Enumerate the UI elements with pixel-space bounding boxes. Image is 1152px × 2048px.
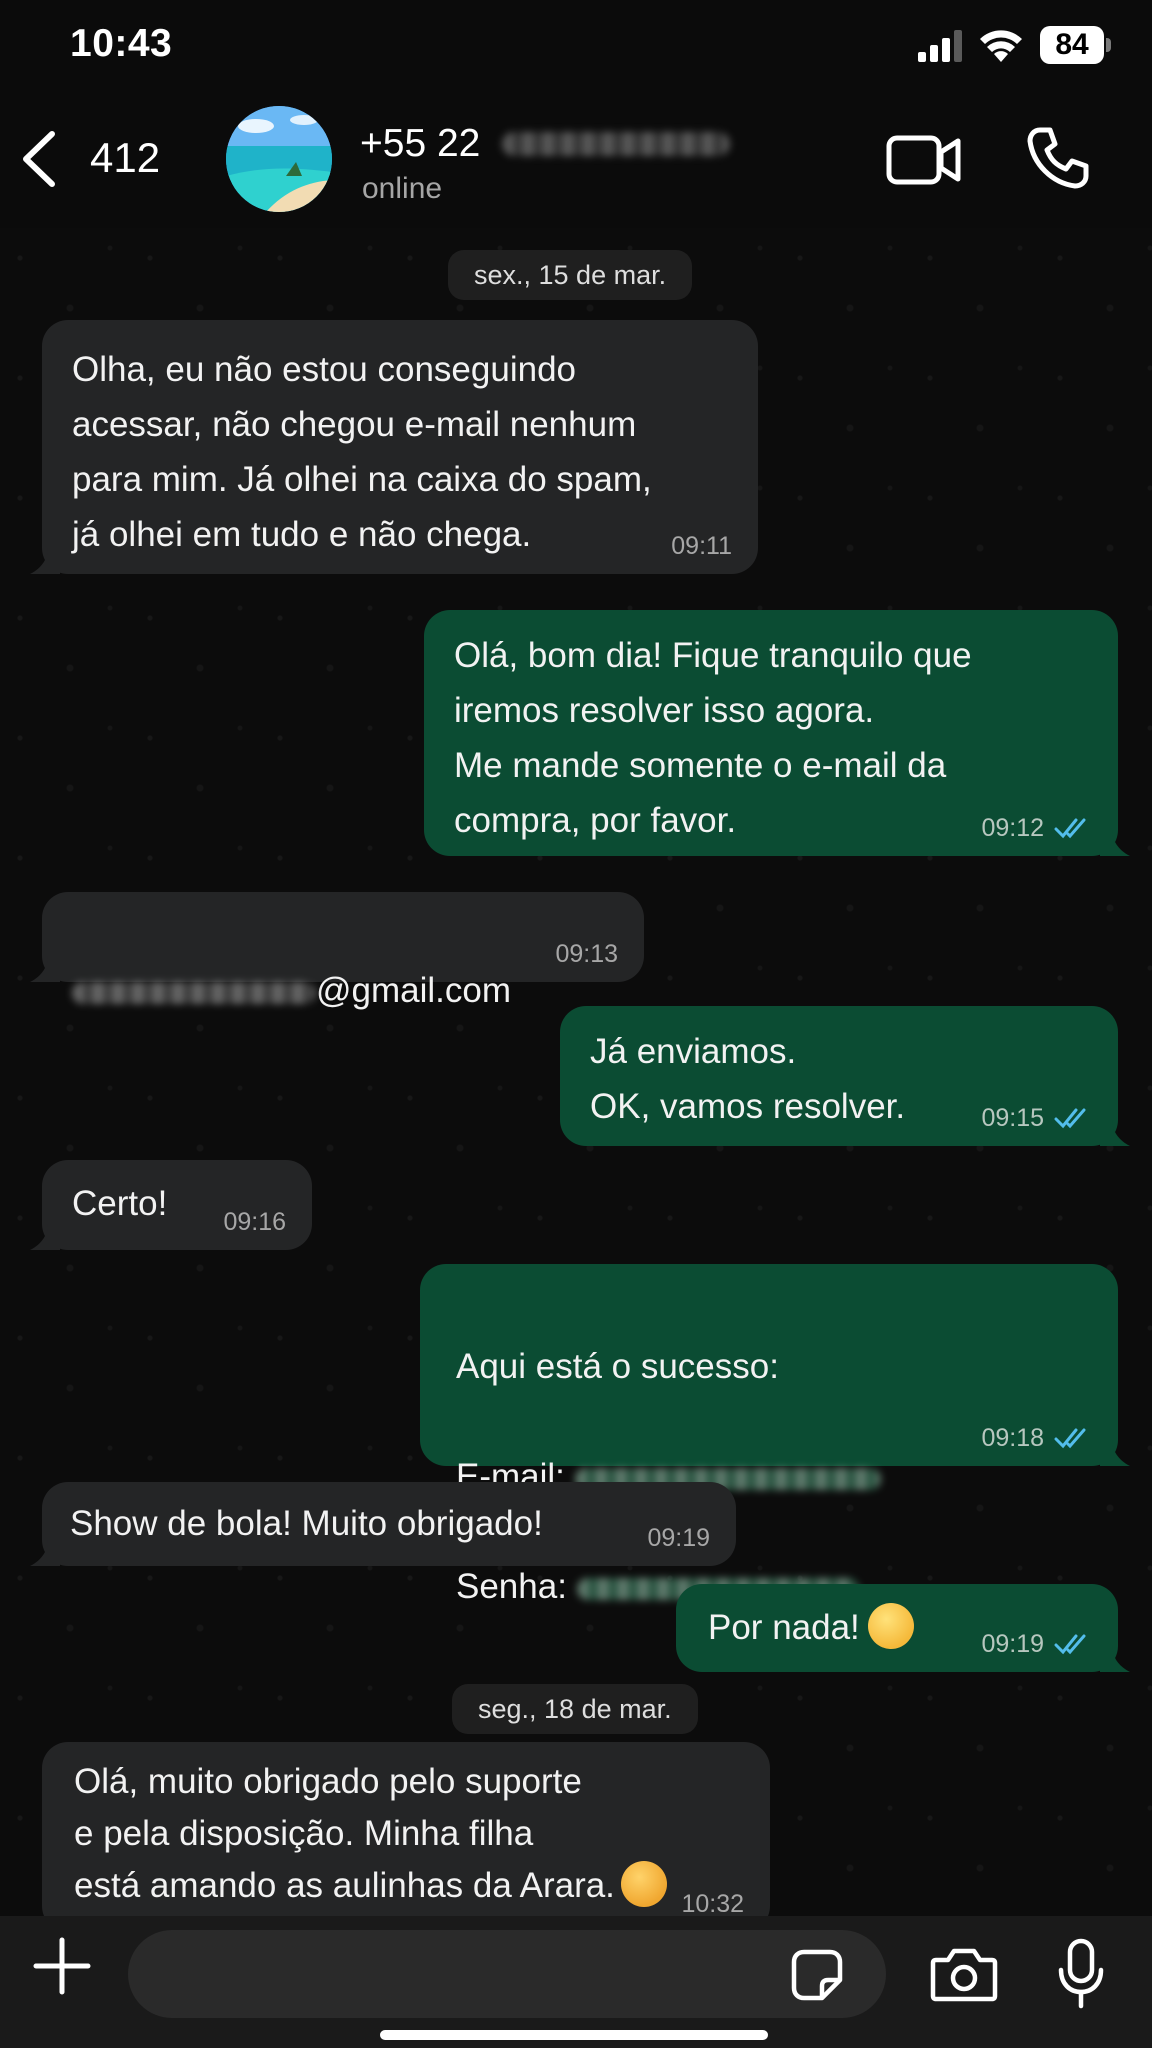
message-text: Olha, eu não estou conseguindo acessar, …: [72, 350, 652, 554]
status-time: 10:43: [70, 22, 173, 65]
smiling-face-with-hearts-emoji: [620, 1860, 667, 1907]
double-check-icon: [1054, 818, 1086, 839]
battery-level: 84: [1055, 28, 1089, 61]
message-outgoing[interactable]: Já enviamos. OK, vamos resolver. 09:15: [560, 1006, 1130, 1146]
message-text: Olá, muito obrigado pelo suporte e pela …: [74, 1756, 738, 1912]
status-bar: 10:43 84: [0, 0, 1152, 92]
message-time: 09:11: [671, 532, 732, 560]
wifi-icon: [980, 30, 1022, 62]
message-outgoing[interactable]: Olá, bom dia! Fique tranquilo que iremos…: [424, 610, 1130, 856]
phone-icon[interactable]: [1026, 126, 1090, 190]
chat-header: 412 +55 22 online: [0, 92, 1152, 228]
message-outgoing[interactable]: Aqui está o sucesso: E-mail: Senha: 09:1…: [420, 1264, 1130, 1606]
date-separator: sex., 15 de mar.: [448, 250, 693, 300]
camera-icon[interactable]: [930, 1946, 998, 2002]
redacted-phone-number: [502, 132, 730, 156]
smiling-face-emoji: [867, 1602, 914, 1649]
avatar[interactable]: [226, 106, 332, 212]
cellular-signal-icon: [918, 30, 962, 62]
chevron-left-icon: [23, 131, 55, 187]
redacted-email-user: [72, 981, 316, 1004]
video-camera-icon[interactable]: [886, 132, 962, 188]
microphone-icon[interactable]: [1056, 1938, 1106, 2010]
message-meta: 09:13: [555, 940, 618, 968]
message-meta: 09:18: [981, 1424, 1092, 1452]
message-meta: 09:19: [647, 1524, 710, 1552]
composer-bar: [0, 1916, 1152, 2048]
date-separator: seg., 18 de mar.: [452, 1684, 698, 1734]
message-time: 09:19: [981, 1630, 1044, 1658]
contact-status: online: [362, 172, 443, 205]
credentials-heading: Aqui está o sucesso:: [456, 1347, 779, 1386]
contact-name[interactable]: +55 22: [360, 122, 480, 166]
message-meta: 09:11: [671, 532, 732, 560]
message-time: 09:15: [981, 1104, 1044, 1132]
sticker-icon[interactable]: [790, 1948, 844, 2002]
battery-indicator: 84: [1040, 26, 1112, 64]
plus-icon[interactable]: [32, 1936, 92, 1996]
message-text-content: Por nada!: [708, 1608, 860, 1647]
message-text: Show de bola! Muito obrigado!: [70, 1504, 543, 1543]
unread-count: 412: [90, 134, 161, 181]
message-incoming[interactable]: Certo! 09:16: [30, 1160, 312, 1250]
message-time: 09:13: [555, 940, 618, 968]
password-label: Senha:: [456, 1567, 567, 1606]
chat-area[interactable]: sex., 15 de mar. Olha, eu não estou cons…: [0, 228, 1152, 1916]
message-meta: 09:19: [981, 1630, 1092, 1658]
message-incoming[interactable]: @gmail.com 09:13: [30, 892, 644, 1010]
message-time: 09:18: [981, 1424, 1044, 1452]
message-meta: 09:16: [223, 1208, 286, 1236]
message-time: 09:16: [223, 1208, 286, 1236]
double-check-icon: [1054, 1108, 1086, 1129]
message-text: @gmail.com: [72, 908, 614, 1018]
home-indicator: [380, 2030, 768, 2040]
message-text-content: Olá, muito obrigado pelo suporte e pela …: [74, 1762, 615, 1905]
message-input[interactable]: [128, 1930, 886, 2018]
email-domain: @gmail.com: [316, 971, 512, 1010]
message-outgoing[interactable]: Por nada! 09:19: [676, 1584, 1130, 1672]
message-incoming[interactable]: Olá, muito obrigado pelo suporte e pela …: [42, 1742, 770, 1916]
message-time: 09:12: [981, 814, 1044, 842]
double-check-icon: [1054, 1634, 1086, 1655]
message-meta: 09:12: [981, 814, 1092, 842]
message-incoming[interactable]: Show de bola! Muito obrigado! 09:19: [30, 1482, 736, 1566]
message-time: 09:19: [647, 1524, 710, 1552]
message-meta: 09:15: [981, 1104, 1092, 1132]
double-check-icon: [1054, 1428, 1086, 1449]
message-incoming[interactable]: Olha, eu não estou conseguindo acessar, …: [30, 320, 758, 574]
back-button[interactable]: 412: [18, 124, 168, 194]
message-time: 10:32: [681, 1890, 744, 1916]
message-meta: 10:32: [681, 1890, 744, 1916]
